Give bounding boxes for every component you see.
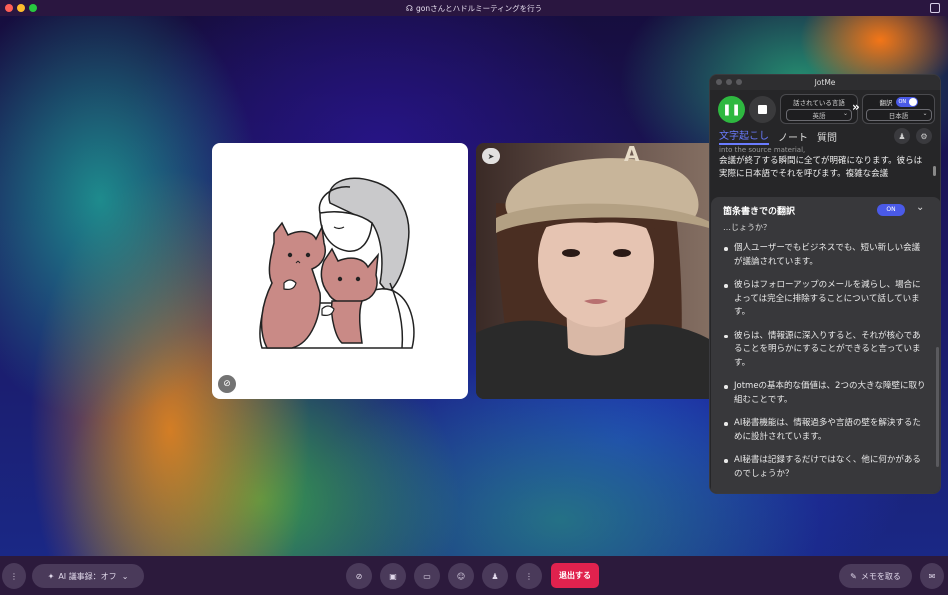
chevron-down-icon[interactable]: ⌄ — [916, 202, 924, 213]
emoji-icon: ☺ — [456, 571, 466, 581]
mic-muted-icon: ⊘ — [218, 375, 236, 393]
svg-text:A: A — [624, 143, 640, 166]
more-options-button[interactable]: ⋮ — [516, 563, 542, 589]
list-item: AI秘書機能は、情報過多や言語の壁を解決するために設計されています。 — [723, 417, 927, 444]
participant-tile-camera[interactable]: A ➤ — [476, 143, 732, 399]
source-language-value: 英語 — [812, 112, 826, 120]
list-item: Jotmeの基本的な価値は、2つの大きな障壁に取り組むことです。 — [723, 380, 927, 407]
participants-button[interactable]: ♟ — [482, 563, 508, 589]
camera-participant-image: A — [476, 143, 732, 399]
expand-window-button[interactable] — [930, 3, 940, 13]
transcript-faded-line: into the source material, — [719, 146, 806, 154]
chat-icon: ✉ — [928, 571, 936, 581]
take-notes-label: メモを取る — [860, 571, 901, 581]
source-language-select[interactable]: 英語 ⌄ — [786, 109, 852, 121]
close-window-button[interactable] — [5, 4, 13, 12]
list-item: AI秘書は記録するだけではなく、他に何かがあるのでしょうか？ — [723, 454, 927, 481]
jotme-title-bar: JotMe — [710, 75, 940, 90]
translate-label: 翻訳 — [879, 99, 893, 107]
camera-off-icon: ▣ — [389, 571, 397, 581]
source-language-label: 話されている言語 — [793, 99, 845, 107]
list-item: 彼らは、情報源に深入りすると、それが核心であることを明らかにすることができると言… — [723, 330, 927, 371]
transcript-text: 会議が終了する瞬間に全てが明確になります。彼らは実際に日本語でそれを呼びます。複… — [719, 156, 923, 179]
leave-button[interactable]: 退出する — [551, 563, 599, 588]
window-title-text: gonさんとハドルミーティングを行う — [415, 3, 543, 13]
audio-level-icon: ⋮ — [10, 571, 18, 581]
transcript-area[interactable]: into the source material, 会議が終了する瞬間に全てが明… — [710, 146, 940, 194]
take-notes-button[interactable]: ✎ メモを取る — [839, 564, 912, 588]
gear-icon[interactable]: ⚙ — [916, 128, 932, 144]
reaction-button[interactable]: ☺ — [448, 563, 474, 589]
jotme-tabs: 文字起こし ノート 質問 ♟ ⚙ — [710, 126, 940, 146]
huddle-window: ☊ gonさんとハドルミーティングを行う ⊘ A ➤ JotMe ❚❚ 話されて… — [0, 0, 948, 595]
chat-button[interactable]: ✉ — [920, 563, 944, 589]
bottom-toolbar: ⋮ ✦ AI 議事録：オフ ⌄ ⊘ ▣ ▭ ☺ ♟ ⋮ 退出する ✎ メモを取る — [0, 556, 948, 595]
target-language-select[interactable]: 日本語 ⌄ — [865, 109, 932, 121]
mic-toggle-button[interactable]: ⊘ — [346, 563, 372, 589]
jotme-controls: ❚❚ 話されている言語 英語 ⌄ » 翻訳 ON 日本語 ⌄ — [710, 90, 940, 126]
ai-notes-icon: ✦ — [47, 571, 55, 581]
stop-recording-button[interactable] — [749, 96, 776, 123]
mic-muted-icon: ⊘ — [355, 571, 363, 581]
translate-toggle[interactable]: ON — [895, 97, 918, 107]
stop-icon — [758, 105, 767, 114]
participant-tile-illustration[interactable]: ⊘ — [212, 143, 468, 399]
minimize-window-button[interactable] — [17, 4, 25, 12]
participants-icon[interactable]: ♟ — [894, 128, 910, 144]
bullet-translation-header: 箇条書きでの翻訳 ON ⌄ — [711, 197, 940, 223]
jotme-window-controls — [716, 79, 742, 85]
bullet-translation-panel: 箇条書きでの翻訳 ON ⌄ …じょうか？ 個人ユーザーでもビジネスでも、短い新し… — [711, 197, 940, 493]
source-language-box: 話されている言語 英語 ⌄ — [780, 94, 858, 124]
jotme-title: JotMe — [814, 78, 836, 87]
traffic-lights — [5, 4, 37, 12]
tab-transcript[interactable]: 文字起こし — [719, 127, 769, 145]
camera-toggle-button[interactable]: ▣ — [380, 563, 406, 589]
pause-icon: ❚❚ — [722, 103, 741, 116]
transcript-scrollbar[interactable] — [933, 166, 936, 176]
screen-share-button[interactable]: ▭ — [414, 563, 440, 589]
list-item: 個人ユーザーでもビジネスでも、短い新しい会議が議論されています。 — [723, 242, 927, 269]
chevron-down-icon: ⌄ — [121, 571, 129, 581]
bullet-translation-list: 個人ユーザーでもビジネスでも、短い新しい会議が議論されています。 彼らはフォロー… — [711, 242, 940, 481]
jotme-zoom-button[interactable] — [736, 79, 742, 85]
bullet-translation-toggle[interactable]: ON — [877, 204, 905, 216]
window-title: ☊ gonさんとハドルミーティングを行う — [406, 3, 542, 14]
jotme-minimize-button[interactable] — [726, 79, 732, 85]
chevron-down-icon: ⌄ — [842, 110, 848, 117]
tab-questions[interactable]: 質問 — [817, 129, 837, 144]
ai-notes-label: AI 議事録：オフ — [58, 571, 117, 581]
target-language-box: 翻訳 ON 日本語 ⌄ — [862, 94, 935, 124]
add-person-icon: ♟ — [491, 571, 499, 581]
zoom-window-button[interactable] — [29, 4, 37, 12]
jotme-close-button[interactable] — [716, 79, 722, 85]
tab-notes[interactable]: ノート — [778, 129, 808, 144]
screen-share-icon: ▭ — [423, 571, 431, 581]
chevron-down-icon: ⌄ — [922, 110, 928, 117]
pin-icon[interactable]: ➤ — [482, 148, 500, 164]
illustration-avatar-image — [259, 177, 415, 349]
headphones-icon: ☊ — [405, 3, 413, 13]
summary-cut-line: …じょうか？ — [723, 223, 771, 232]
jotme-panel: JotMe ❚❚ 話されている言語 英語 ⌄ » 翻訳 ON 日本語 ⌄ 文字起… — [709, 74, 941, 494]
note-icon: ✎ — [850, 571, 857, 581]
bullet-translation-title: 箇条書きでの翻訳 — [723, 206, 796, 217]
more-vertical-icon: ⋮ — [525, 571, 533, 581]
target-language-value: 日本語 — [888, 112, 909, 120]
audio-level-button[interactable]: ⋮ — [2, 563, 26, 589]
list-item: 彼らはフォローアップのメールを減らし、場合によっては完全に排除することについて話… — [723, 279, 927, 320]
double-chevron-right-icon: » — [852, 100, 860, 114]
ai-notes-button[interactable]: ✦ AI 議事録：オフ ⌄ — [32, 564, 144, 588]
title-bar: ☊ gonさんとハドルミーティングを行う — [0, 0, 948, 16]
pause-recording-button[interactable]: ❚❚ — [718, 96, 745, 123]
summary-scrollbar[interactable] — [936, 347, 939, 467]
